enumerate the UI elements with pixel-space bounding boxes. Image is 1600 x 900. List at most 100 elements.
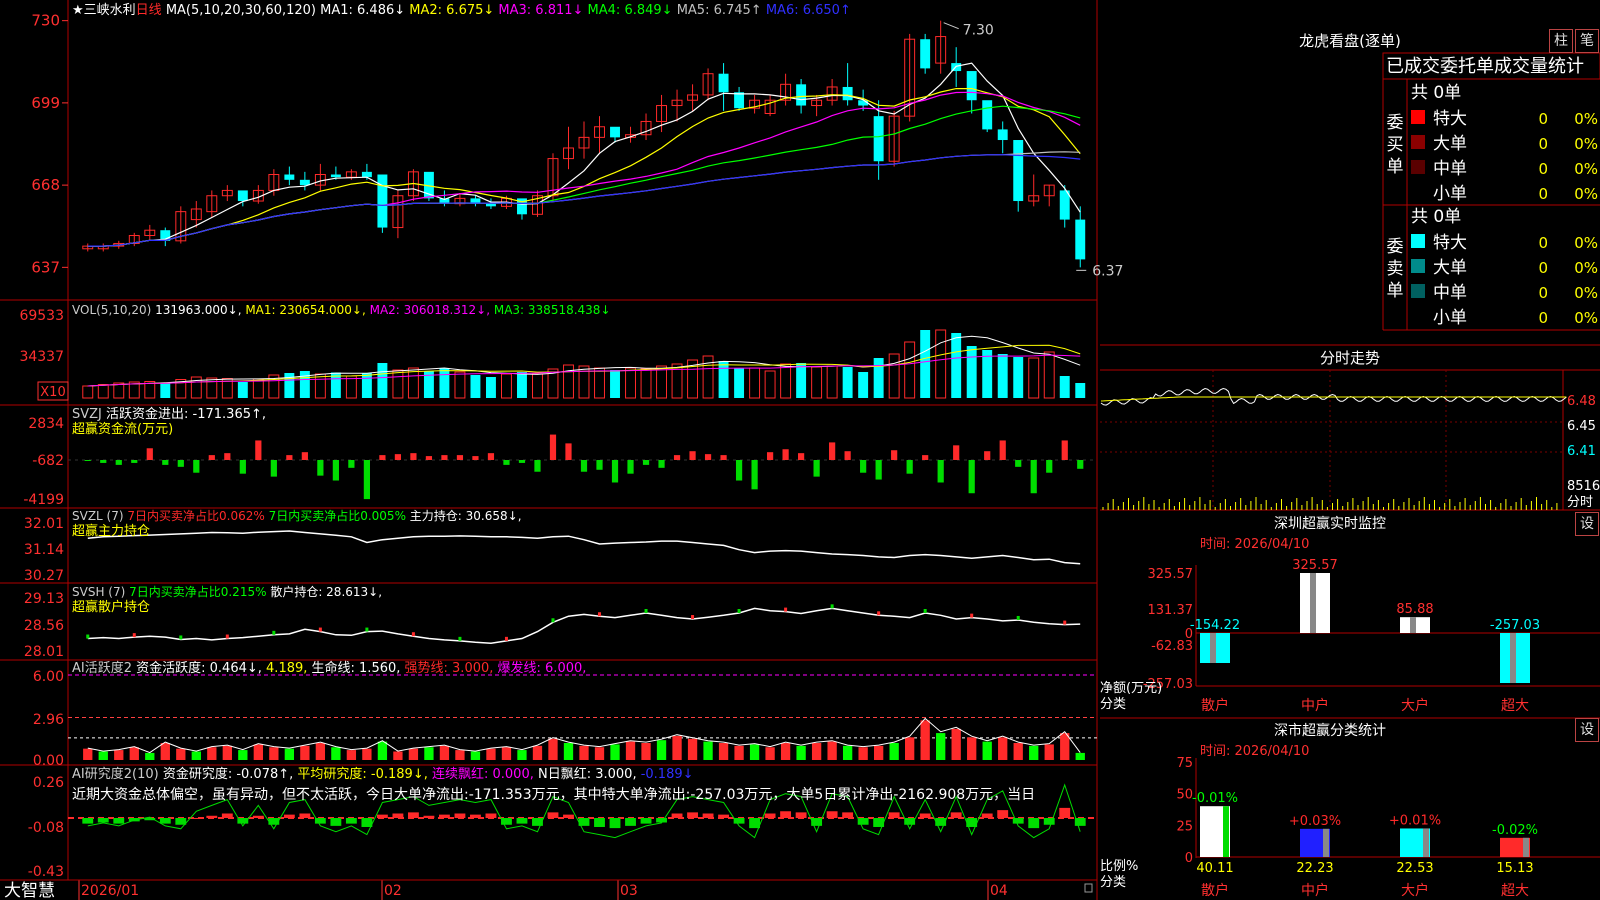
research-bar [656,818,667,823]
vol-ma20-line [87,354,1081,387]
svsh-subtitle: 超赢散户持仓 [72,599,150,615]
sell-row-name: 大单 [1433,258,1467,278]
classify-settings-button[interactable]: 设 [1575,718,1599,742]
volume-bar [485,377,496,398]
activity-bar [269,747,279,760]
volume-bar [718,361,729,398]
candle-body [1075,219,1086,260]
monitor-title: 深圳超赢实时监控 [1274,515,1386,532]
candle-body [842,86,853,101]
fund-flow-bar [984,451,991,460]
sell-row-pct: 0% [1574,309,1598,327]
buy-row-name: 大单 [1433,134,1467,154]
volume-bar [935,329,947,399]
price-axis-label: 730 [31,12,60,30]
price-panel-header: ★三峡水利日线 MA(5,10,20,30,60,120) MA1: 6.486… [72,3,851,18]
retail-tick-mark [132,633,136,638]
buy-row-pct: 0% [1574,160,1598,178]
activity-bar [238,750,248,760]
ai-active-value: 资金活跃度: 0.464↓, [136,660,262,676]
retail-tick-mark [411,632,415,637]
volume-bar [237,382,248,398]
fund-flow-bar [193,460,200,473]
volume-bar [796,363,807,398]
buy-row-name: 特大 [1433,109,1467,129]
activity-bar [129,747,139,760]
activity-bar [889,743,899,760]
classify-change-label: +0.01% [1389,813,1441,828]
classify-category-label: 超大 [1501,883,1529,899]
activity-bar [517,750,527,760]
classify-change-label: +0.03% [1289,814,1341,829]
activity-bar [1075,752,1085,760]
vol-axis-label: 34337 [19,349,64,365]
classify-bar-shade [1523,837,1529,857]
classify-bar-shade [1423,828,1429,857]
activity-bar [145,752,155,760]
activity-bar [749,744,760,760]
volume-bar [826,365,838,399]
ai-active-axis-label: 0.00 [33,753,64,769]
buy-row-count: 0 [1538,160,1548,178]
research-bar [516,818,528,824]
buy-row-name: 小单 [1433,184,1467,204]
retail-tick-mark [272,630,276,635]
activity-bar [362,748,372,760]
vol-title: VOL(5,10,20) [72,303,155,317]
monitor-bar [1200,633,1230,664]
fund-flow-bar [844,451,851,460]
research-bar [547,812,559,818]
research-bar [470,814,481,818]
buy-row-swatch [1411,185,1425,199]
volume-bar [206,377,218,399]
retail-tick-mark [784,607,788,612]
monitor-bar-label: -154.22 [1190,618,1240,633]
ma10-line [87,87,1081,247]
svsh-panel-header: SVSH (7) 7日内买卖净占比0.215% 散户持仓: 28.613↓, [72,584,382,599]
column-view-button[interactable]: 柱 [1549,29,1573,53]
activity-bar [408,748,419,760]
classify-y-label: 比例% [1100,859,1138,874]
volume-bar [888,353,900,399]
research-bar [795,812,807,818]
stock-chart[interactable]: 730 699 668 637 7.30 6.37 ★三峡水利日线 MA(5,10,20,3… [0,0,1600,900]
research-value: 资金研究度: -0.078↑, [163,766,293,782]
fund-flow-bar [922,455,929,460]
buy-row-name: 中单 [1433,159,1467,179]
svzj-value: 活跃资金进出: -171.365↑, [106,406,266,422]
fund-flow-bar [131,460,138,463]
fund-flow-bar [782,449,789,460]
monitor-settings-button[interactable]: 设 [1575,512,1599,536]
ma60-line [87,151,1081,247]
volume-bar [1028,357,1040,399]
research-bar [671,813,683,818]
classify-bar [1300,828,1330,857]
fund-flow-bar [627,460,634,474]
volume-bar [610,370,620,398]
fund-flow-bar [317,460,324,476]
activity-bar [967,737,977,760]
fund-flow-bar [332,460,339,481]
buy-orders-label: 买 [1387,135,1404,155]
activity-bar [114,750,124,760]
candle-body [330,174,341,178]
classify-value-label: 22.53 [1396,861,1433,876]
tick-view-button[interactable]: 笔 [1575,29,1599,53]
activity-bar [1060,733,1070,760]
buy-row-pct: 0% [1574,185,1598,203]
stock-name: 三峡水利 [84,3,136,18]
research-bar [826,811,838,818]
svzl-subtitle: 超赢主力持仓 [72,523,150,539]
fund-flow-bar [1046,460,1053,473]
fund-flow-bar [100,460,107,463]
research-bar [345,818,357,824]
fund-flow-bar [425,456,433,460]
fund-flow-bar [580,460,588,472]
period-label: 日线 [136,3,162,18]
classify-category-label: 大户 [1401,882,1429,899]
retail-tick-mark [551,618,555,623]
classify-bar [1200,806,1230,857]
buy-total: 共 0单 [1411,83,1461,103]
monitor-category-label: 超大 [1501,698,1529,714]
volume-bar [314,373,326,399]
